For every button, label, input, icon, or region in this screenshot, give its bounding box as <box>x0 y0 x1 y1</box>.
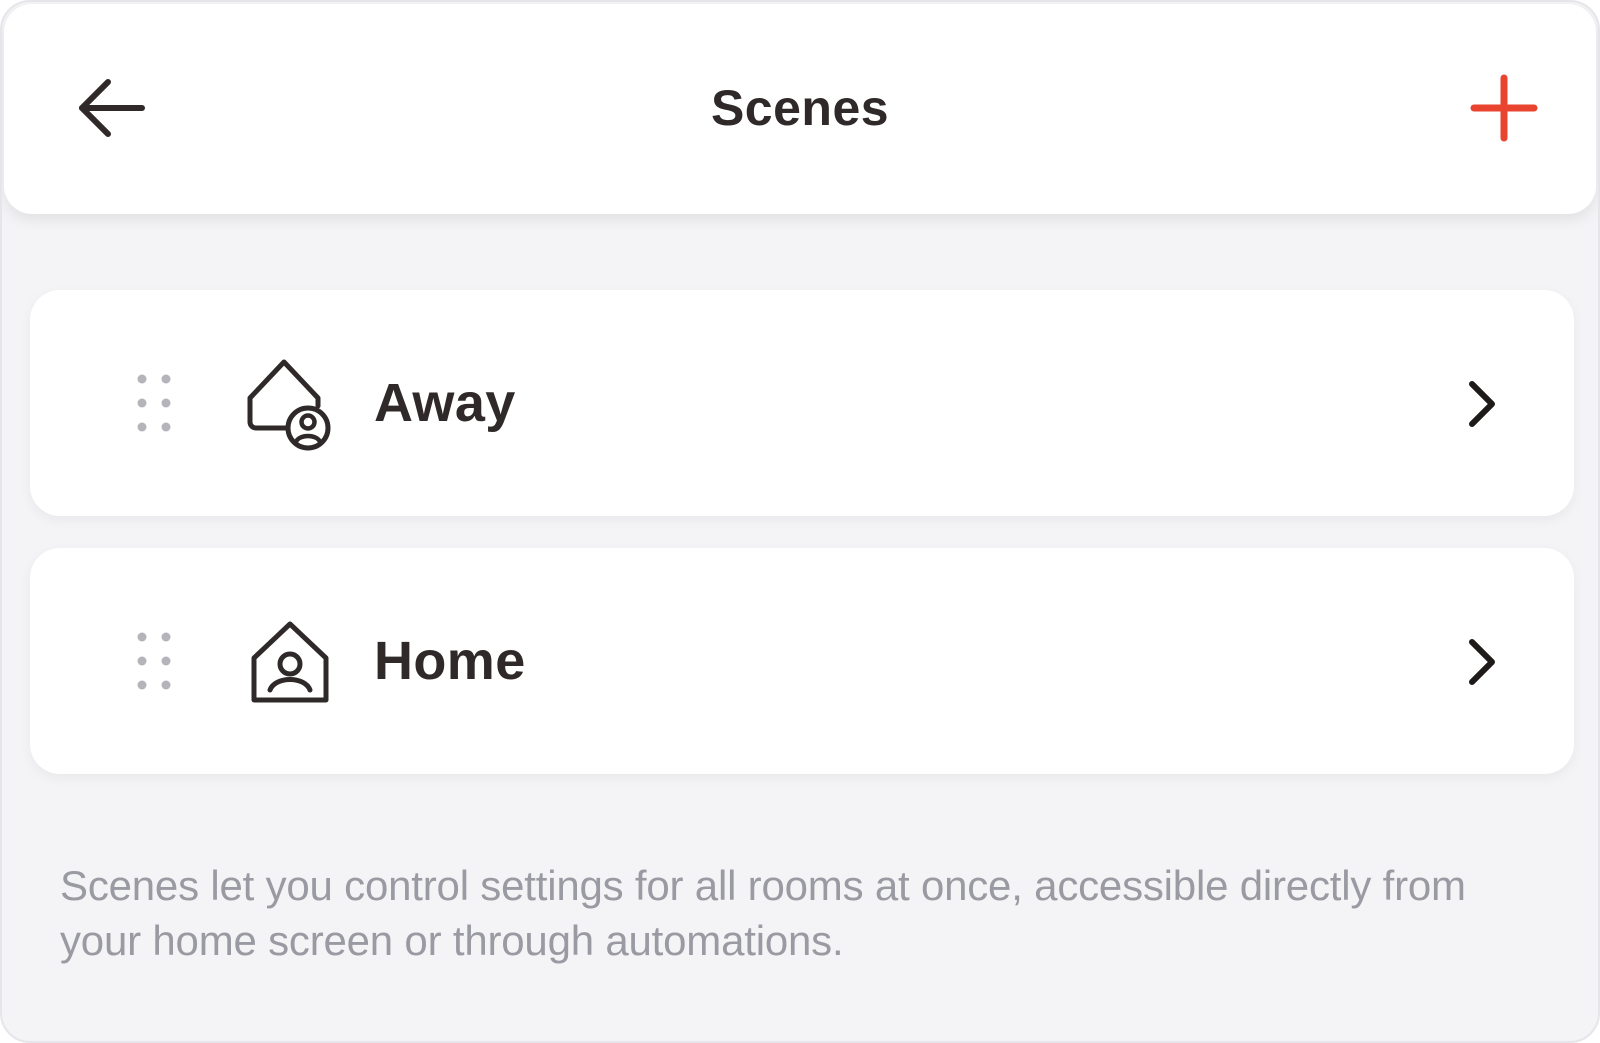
scene-label: Away <box>374 373 516 433</box>
scenes-screen: Scenes Away Home Scenes let you control … <box>0 0 1600 1043</box>
chevron-right-icon <box>1469 639 1495 685</box>
top-app-bar: Scenes <box>4 4 1596 214</box>
scene-item-home[interactable]: Home <box>30 548 1574 774</box>
page-title: Scenes <box>710 80 890 136</box>
drag-handle-icon[interactable] <box>126 628 178 694</box>
scene-label: Home <box>374 631 526 691</box>
house-person-icon <box>251 621 329 703</box>
scenes-description: Scenes let you control settings for all … <box>60 862 1466 964</box>
scene-item-away[interactable]: Away <box>30 290 1574 516</box>
house-with-person-badge-icon <box>247 359 331 451</box>
plus-icon <box>1470 74 1538 142</box>
drag-handle-icon[interactable] <box>126 370 178 436</box>
chevron-right-icon <box>1469 381 1495 427</box>
add-scene-button[interactable] <box>1464 68 1544 148</box>
